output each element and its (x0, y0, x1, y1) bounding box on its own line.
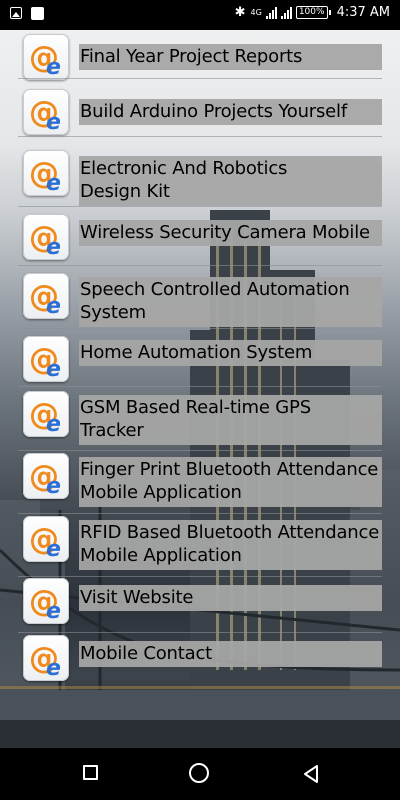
divider (18, 576, 382, 577)
menu-item[interactable]: @ e Visit Website (18, 578, 382, 633)
at-e-icon: @ e (23, 89, 69, 135)
menu-item-label: Home Automation System (79, 340, 382, 366)
menu-item[interactable]: @ e Speech Controlled Automation System (18, 267, 382, 329)
svg-text:e: e (46, 294, 61, 319)
menu-item[interactable]: @ e Home Automation System (18, 331, 382, 387)
svg-text:e: e (46, 110, 61, 135)
menu-item-label: Build Arduino Projects Yourself (79, 99, 382, 125)
divider (18, 328, 382, 329)
menu-item[interactable]: @ e Mobile Contact (18, 634, 382, 686)
divider (18, 513, 382, 514)
menu-item-label: Wireless Security Camera Mobile (79, 220, 382, 246)
menu-item[interactable]: @ e Wireless Security Camera Mobile (18, 208, 382, 266)
menu-item-label: Visit Website (79, 585, 382, 611)
menu-item-label: Mobile Contact (79, 641, 382, 667)
back-icon[interactable] (300, 762, 324, 786)
signal-icon (280, 6, 292, 19)
divider (18, 632, 382, 633)
at-e-icon: @ e (23, 516, 69, 562)
menu-item[interactable]: @ e GSM Based Real-time GPS Tracker (18, 388, 382, 451)
at-e-icon: @ e (23, 391, 69, 437)
at-e-icon: @ e (23, 273, 69, 319)
menu-item-label: Speech Controlled Automation System (79, 277, 382, 327)
menu-item[interactable]: @ e Final Year Project Reports (18, 34, 382, 80)
divider (18, 78, 382, 79)
menu-item[interactable]: @ e RFID Based Bluetooth Attendance Mobil… (18, 515, 382, 577)
battery-icon: 100% (295, 6, 331, 19)
menu-item-label: Electronic And Robotics Design Kit (79, 156, 382, 206)
at-e-icon: @ e (23, 336, 69, 382)
svg-text:e: e (46, 537, 61, 562)
menu-item-label: Final Year Project Reports (79, 44, 382, 70)
svg-text:e: e (46, 235, 61, 260)
svg-text:e: e (46, 357, 61, 382)
at-e-icon: @ e (23, 578, 69, 624)
main-content: @ e Final Year Project Reports @ e Build A… (0, 30, 400, 748)
clock: 4:37 AM (336, 5, 390, 20)
divider (18, 386, 382, 387)
divider (18, 206, 382, 207)
navigation-bar (0, 748, 400, 800)
svg-text:e: e (46, 55, 61, 80)
image-icon (10, 7, 22, 19)
svg-text:e: e (46, 171, 61, 196)
svg-text:e: e (46, 656, 61, 681)
at-e-icon: @ e (23, 214, 69, 260)
divider (18, 450, 382, 451)
status-bar: ✱ 4G 100% 4:37 AM (0, 0, 400, 30)
square-icon (31, 7, 44, 20)
home-icon[interactable] (188, 762, 212, 786)
menu-list: @ e Final Year Project Reports @ e Build A… (0, 30, 400, 748)
at-e-icon: @ e (23, 150, 69, 196)
signal-icon (265, 6, 277, 19)
menu-item-label: GSM Based Real-time GPS Tracker (79, 395, 382, 445)
menu-item-label: Finger Print Bluetooth Attendance Mobile… (79, 457, 382, 507)
svg-text:e: e (46, 474, 61, 499)
at-e-icon: @ e (23, 34, 69, 80)
recents-icon[interactable] (80, 762, 104, 786)
network-type: 4G (250, 8, 262, 17)
menu-item-label: RFID Based Bluetooth Attendance Mobile A… (79, 520, 382, 570)
at-e-icon: @ e (23, 453, 69, 499)
at-e-icon: @ e (23, 635, 69, 681)
menu-item[interactable]: @ e Electronic And Robotics Design Kit (18, 143, 382, 207)
divider (18, 265, 382, 266)
bluetooth-icon: ✱ (234, 5, 246, 20)
svg-text:e: e (46, 412, 61, 437)
menu-item[interactable]: @ e Build Arduino Projects Yourself (18, 85, 382, 137)
svg-text:e: e (46, 599, 61, 624)
menu-item[interactable]: @ e Finger Print Bluetooth Attendance Mob… (18, 452, 382, 514)
divider (18, 136, 382, 137)
